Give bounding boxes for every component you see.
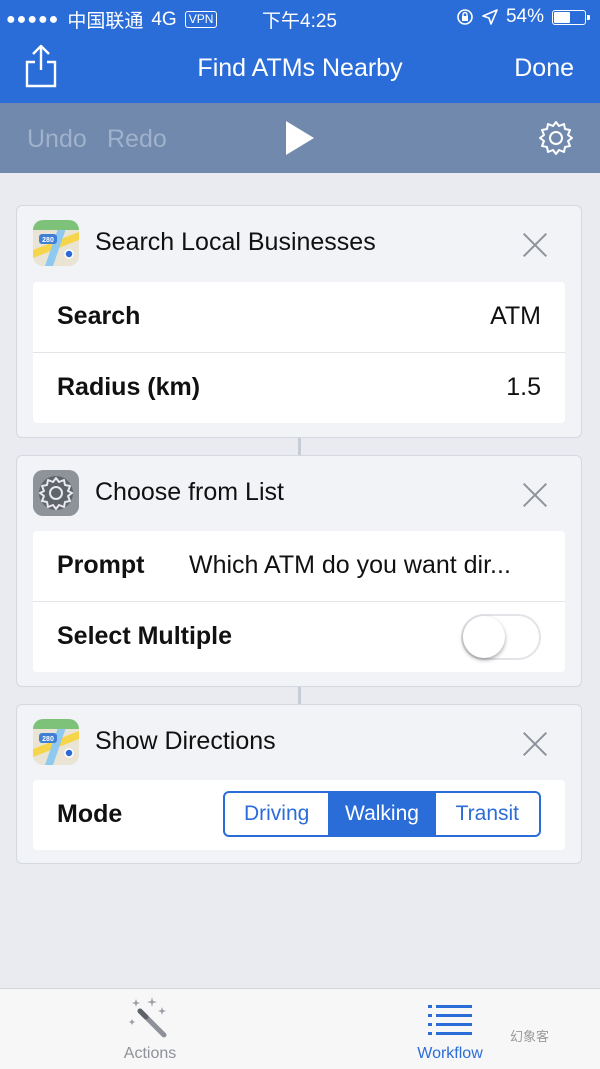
search-row[interactable]: Search ATM	[33, 282, 565, 353]
card-title: Choose from List	[95, 478, 284, 506]
radius-field[interactable]: 1.5	[506, 373, 541, 402]
network-type: 4G	[151, 8, 177, 30]
mode-segmented-control[interactable]: Driving Walking Transit	[223, 791, 541, 837]
select-multiple-toggle[interactable]	[461, 614, 541, 660]
action-card-show-directions: 280 Show Directions Mode Driving Walking…	[16, 704, 582, 864]
play-icon[interactable]	[284, 119, 316, 157]
action-card-choose-from-list: Choose from List Prompt Which ATM do you…	[16, 455, 582, 687]
field-label: Mode	[57, 800, 123, 828]
settings-icon	[33, 470, 79, 516]
close-icon[interactable]	[522, 482, 548, 508]
connector-line	[298, 438, 301, 455]
location-arrow-icon	[482, 9, 498, 25]
maps-icon: 280	[33, 220, 79, 266]
battery-icon	[552, 9, 590, 25]
card-title: Search Local Businesses	[95, 228, 376, 256]
toggle-knob	[463, 616, 505, 658]
vpn-badge: VPN	[184, 11, 218, 28]
radius-row[interactable]: Radius (km) 1.5	[33, 353, 565, 423]
close-icon[interactable]	[522, 731, 548, 757]
page-title: Find ATMs Nearby	[197, 54, 403, 82]
field-label: Prompt	[57, 551, 145, 579]
undo-button[interactable]: Undo	[27, 125, 87, 154]
tab-label: Workflow	[417, 1045, 483, 1062]
tab-actions[interactable]: Actions	[100, 993, 200, 1063]
segment-driving[interactable]: Driving	[225, 793, 331, 835]
prompt-row[interactable]: Prompt Which ATM do you want dir...	[33, 531, 565, 602]
watermark: 幻象客	[510, 1029, 550, 1044]
battery-percentage: 54%	[505, 6, 544, 27]
tab-label: Actions	[123, 1045, 177, 1062]
magic-wand-icon	[129, 997, 167, 1038]
svg-text:280: 280	[42, 237, 54, 244]
done-button[interactable]: Done	[514, 54, 574, 83]
select-multiple-row: Select Multiple	[33, 602, 565, 672]
field-label: Radius (km)	[57, 373, 201, 401]
segment-walking[interactable]: Walking	[330, 793, 436, 835]
field-label: Select Multiple	[57, 622, 233, 650]
prompt-field[interactable]: Which ATM do you want dir...	[189, 551, 541, 580]
svg-text:280: 280	[42, 736, 54, 743]
list-icon	[428, 1005, 472, 1035]
maps-icon: 280	[33, 719, 79, 765]
card-title: Show Directions	[95, 727, 276, 755]
carrier-name: 中国联通	[67, 11, 144, 32]
action-card-search-local-businesses: 280 Search Local Businesses Search ATM R…	[16, 205, 582, 438]
orientation-lock-icon	[457, 9, 473, 25]
parameter-list: Mode Driving Walking Transit	[33, 780, 565, 850]
connector-line	[298, 687, 301, 704]
status-bar: ●●●●● 中国联通 4G VPN 下午4:25 54%	[0, 0, 600, 34]
navigation-bar: ●●●●● 中国联通 4G VPN 下午4:25 54% Find ATMs N…	[0, 0, 600, 103]
parameter-list: Search ATM Radius (km) 1.5	[33, 282, 565, 423]
close-icon[interactable]	[522, 232, 548, 258]
signal-strength: ●●●●●	[6, 10, 60, 28]
status-time: 下午4:25	[262, 11, 337, 32]
segment-transit[interactable]: Transit	[436, 793, 539, 835]
mode-row: Mode Driving Walking Transit	[33, 780, 565, 850]
search-field[interactable]: ATM	[490, 302, 541, 331]
redo-button[interactable]: Redo	[107, 125, 167, 154]
parameter-list: Prompt Which ATM do you want dir... Sele…	[33, 531, 565, 672]
gear-icon[interactable]	[537, 119, 575, 157]
tab-workflow[interactable]: Workflow	[400, 993, 500, 1063]
field-label: Search	[57, 302, 141, 330]
